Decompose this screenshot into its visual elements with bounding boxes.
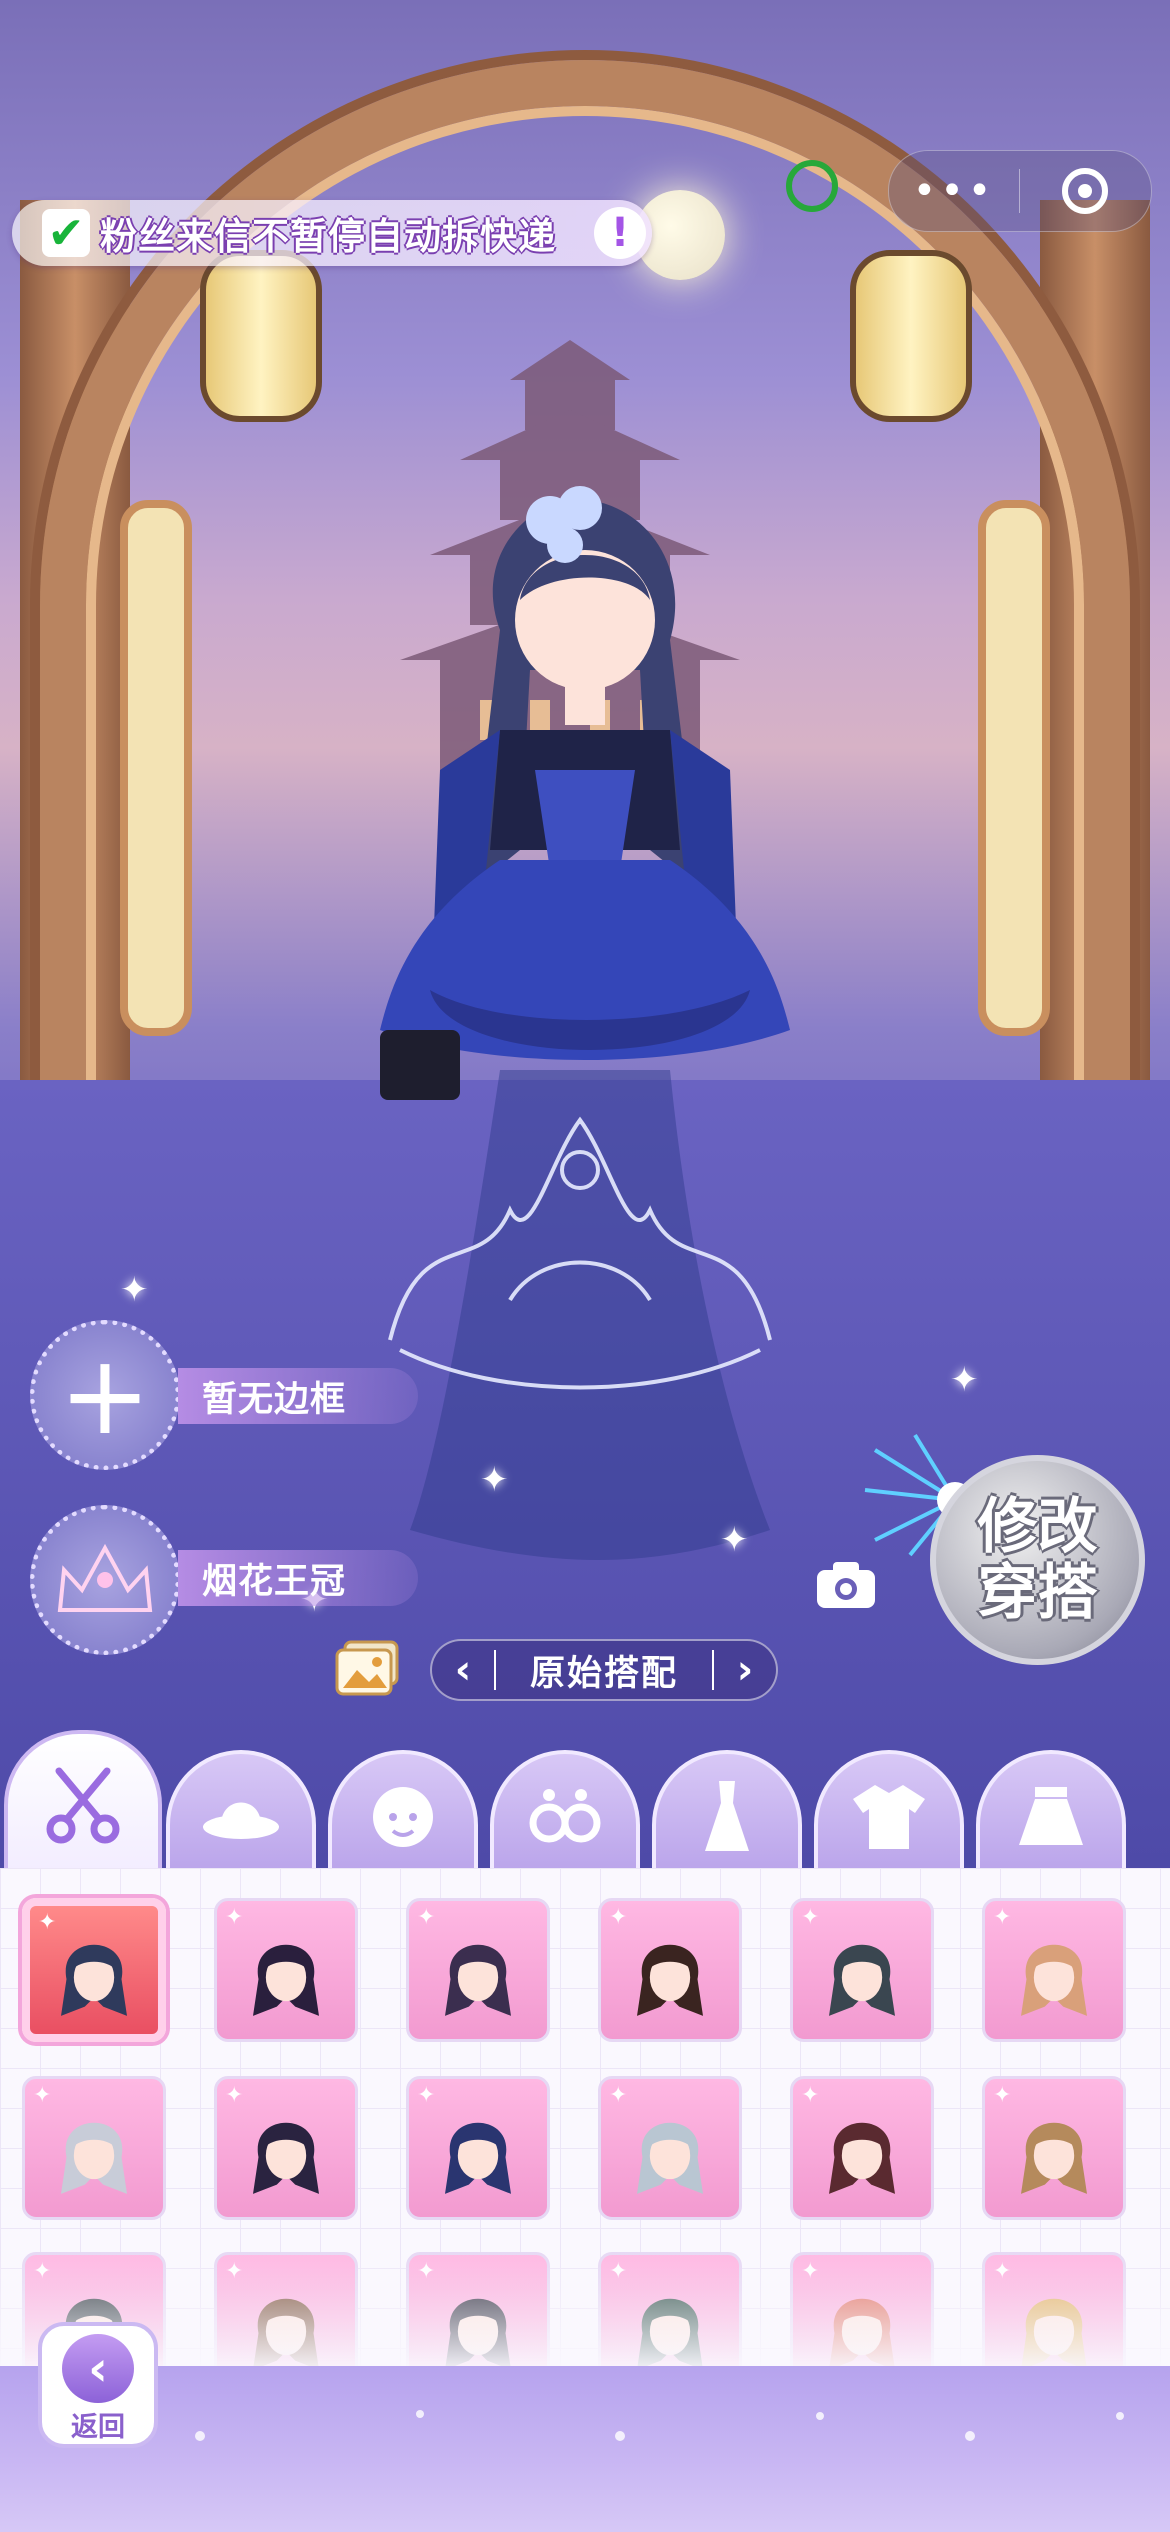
- right-light-panel: [978, 500, 1050, 1036]
- hat-icon: [203, 1802, 279, 1839]
- dress-icon: [705, 1781, 749, 1851]
- firework-crown-effect: [388, 1116, 772, 1390]
- more-dots-icon[interactable]: •••: [889, 168, 1019, 214]
- sparkle: ✦: [480, 1460, 509, 1500]
- modify-outfit-button[interactable]: 修改 穿搭: [930, 1455, 1145, 1665]
- tab-skirt[interactable]: [976, 1750, 1126, 1880]
- right-lantern: [850, 250, 972, 422]
- sparkle-icon: ✦: [993, 2083, 1012, 2108]
- sparkle-icon: ✦: [801, 2083, 820, 2108]
- fan-mail-text: 粉丝来信不暂停自动拆快递: [100, 215, 556, 258]
- character-avatar[interactable]: [350, 470, 820, 1630]
- hair-item[interactable]: ✦: [598, 2076, 742, 2220]
- sparkle-icon: ✦: [38, 1910, 57, 1935]
- auto-open-checkbox[interactable]: ✔: [42, 208, 90, 259]
- hair-preview-icon: [1021, 2122, 1087, 2194]
- scissors-icon: [46, 1767, 120, 1844]
- hair-item[interactable]: ✦: [790, 2076, 934, 2220]
- tab-top[interactable]: [814, 1750, 964, 1880]
- sparkle-icon: ✦: [801, 1905, 820, 1930]
- plus-icon: +: [58, 1331, 152, 1459]
- hair-item[interactable]: ✦: [22, 2076, 166, 2220]
- face-icon: [373, 1787, 433, 1847]
- sparkle-icon: ✦: [609, 2083, 628, 2108]
- crown-slot-button[interactable]: [30, 1505, 180, 1655]
- miniprogram-capsule: •••: [888, 150, 1152, 232]
- left-light-panel: [120, 500, 192, 1036]
- skirt-icon: [1019, 1787, 1083, 1845]
- sparkle-icon: ✦: [609, 1905, 628, 1930]
- crown-slot-label: 烟花王冠: [178, 1550, 418, 1606]
- gallery-icon[interactable]: [335, 1640, 401, 1696]
- tab-earrings[interactable]: [490, 1750, 640, 1880]
- hair-preview-icon: [445, 1944, 511, 2016]
- tab-dress[interactable]: [652, 1750, 802, 1880]
- prev-outfit-button[interactable]: ‹: [432, 1647, 494, 1693]
- decorative-dotline: [195, 2410, 1124, 2441]
- left-lantern: [200, 250, 322, 422]
- tab-face[interactable]: [328, 1750, 478, 1880]
- bottom-bar: [0, 2366, 1170, 2532]
- sparkle: ✦: [720, 1520, 749, 1560]
- hair-preview-icon: [253, 1944, 319, 2016]
- category-tabs: [0, 1730, 1170, 1880]
- fan-mail-banner[interactable]: ✔ 粉丝来信不暂停自动拆快递: [12, 200, 652, 266]
- close-miniprogram-button[interactable]: [1020, 168, 1150, 214]
- hair-preview-icon: [253, 2122, 319, 2194]
- frame-slot-button[interactable]: +: [30, 1320, 180, 1470]
- next-outfit-button[interactable]: ›: [714, 1647, 776, 1693]
- sparkle-icon: ✦: [417, 2083, 436, 2108]
- crown-icon: [57, 1543, 153, 1612]
- hair-preview-icon: [445, 2122, 511, 2194]
- hair-preview-icon: [637, 2122, 703, 2194]
- target-circle-icon: [1062, 168, 1108, 214]
- back-label: 返回: [71, 2412, 125, 2443]
- camera-icon[interactable]: [815, 1560, 877, 1610]
- outfit-switcher: ‹ 原始搭配 ›: [430, 1639, 778, 1701]
- hair-item[interactable]: ✦: [598, 1898, 742, 2042]
- hair-item[interactable]: ✦: [982, 1898, 1126, 2042]
- frame-slot-label: 暂无边框: [178, 1368, 418, 1424]
- hair-preview-icon: [1021, 1944, 1087, 2016]
- hair-item[interactable]: ✦: [982, 2076, 1126, 2220]
- hair-item[interactable]: ✦: [406, 2076, 550, 2220]
- modify-line2: 穿搭: [977, 1558, 1098, 1628]
- outfit-name: 原始搭配: [529, 1653, 678, 1694]
- shirt-icon: [853, 1785, 925, 1849]
- tab-hat[interactable]: [166, 1750, 316, 1880]
- hair-preview-icon: [829, 2122, 895, 2194]
- sparkle: ✦: [120, 1270, 149, 1310]
- sparkle-icon: ✦: [225, 1905, 244, 1930]
- hair-item[interactable]: ✦: [406, 1898, 550, 2042]
- sparkle-icon: ✦: [33, 2083, 52, 2108]
- sparkle: ✦: [950, 1360, 979, 1400]
- sparkle-icon: ✦: [417, 1905, 436, 1930]
- sparkle-icon: ✦: [225, 2083, 244, 2108]
- green-status-icon: [786, 160, 838, 212]
- info-icon[interactable]: !: [594, 207, 646, 259]
- back-arrow-icon: ‹: [62, 2334, 134, 2403]
- hair-preview-icon: [637, 1944, 703, 2016]
- back-button[interactable]: ‹ 返回: [38, 2322, 158, 2448]
- grid-fade: [0, 2250, 1170, 2368]
- sparkle-icon: ✦: [993, 1905, 1012, 1930]
- tab-hair[interactable]: [4, 1730, 162, 1880]
- earrings-icon: [529, 1789, 601, 1843]
- hair-item[interactable]: ✦: [214, 2076, 358, 2220]
- hair-preview-icon: [829, 1944, 895, 2016]
- hair-item[interactable]: ✦: [214, 1898, 358, 2042]
- hair-item[interactable]: ✦: [790, 1898, 934, 2042]
- hair-preview-icon: [61, 2122, 127, 2194]
- hair-item[interactable]: ✦: [22, 1898, 166, 2042]
- modify-line1: 修改: [977, 1492, 1098, 1562]
